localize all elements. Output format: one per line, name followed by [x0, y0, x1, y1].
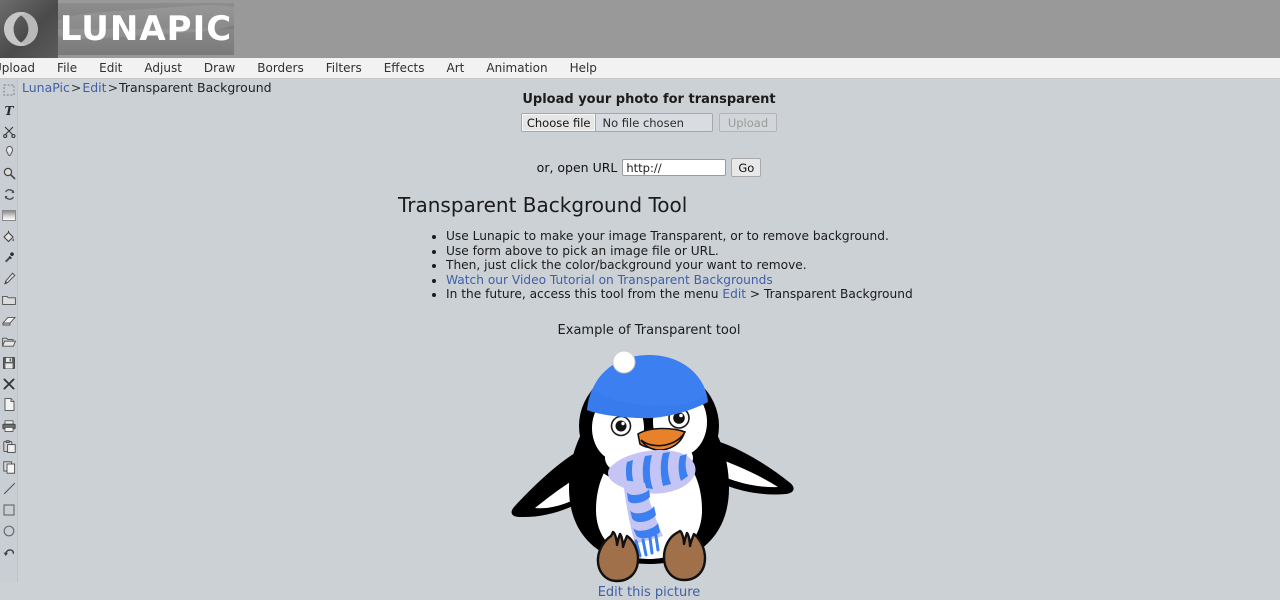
instruction-text: In the future, access this tool from the… — [446, 287, 723, 302]
instruction-text-after: > Transparent Background — [746, 287, 913, 302]
copy-icon[interactable] — [0, 457, 18, 478]
menu-item-filters[interactable]: Filters — [315, 58, 373, 78]
paste-icon[interactable] — [0, 436, 18, 457]
site-header: LUNAPIC — [0, 0, 1280, 58]
instruction-text: Use form above to pick an image file or … — [446, 243, 719, 258]
list-item: Watch our Video Tutorial on Transparent … — [446, 273, 1280, 287]
ellipse-icon[interactable] — [0, 520, 18, 541]
go-button[interactable]: Go — [731, 158, 762, 177]
close-x-icon[interactable] — [0, 373, 18, 394]
undo-arrow-icon[interactable] — [0, 541, 18, 562]
svg-text:T: T — [5, 104, 15, 117]
pencil-icon[interactable] — [0, 268, 18, 289]
edit-picture-link-wrap: Edit this picture — [18, 585, 1280, 600]
url-label: or, open URL — [536, 160, 618, 175]
logo-wordmark: LUNAPIC — [59, 9, 233, 49]
choose-file-button[interactable]: Choose file — [521, 114, 597, 131]
line-icon[interactable] — [0, 478, 18, 499]
upload-button[interactable]: Upload — [718, 113, 778, 132]
menu-item-adjust[interactable]: Adjust — [133, 58, 193, 78]
main-content: Upload your photo for transparent Choose… — [18, 79, 1280, 600]
video-tutorial-link[interactable]: Watch our Video Tutorial on Transparent … — [446, 273, 773, 287]
page-title: Transparent Background Tool — [398, 193, 688, 217]
menu-item-borders[interactable]: Borders — [246, 58, 314, 78]
menu-item-animation[interactable]: Animation — [475, 58, 558, 78]
menu-item-edit[interactable]: Edit — [88, 58, 133, 78]
eraser-icon[interactable] — [0, 310, 18, 331]
list-item: Use form above to pick an image file or … — [446, 243, 1280, 258]
open-folder-icon[interactable] — [0, 331, 18, 352]
edit-menu-link[interactable]: Edit — [722, 287, 746, 301]
example-caption: Example of Transparent tool — [557, 323, 741, 339]
file-input[interactable]: Choose file No file chosen — [520, 113, 713, 132]
tool-sidebar: T — [0, 79, 18, 582]
upload-controls-row: Choose file No file chosen Upload — [18, 113, 1280, 132]
new-document-icon[interactable] — [0, 394, 18, 415]
marquee-select-icon[interactable] — [0, 79, 18, 100]
tool-instructions-list: Use Lunapic to make your image Transpare… — [428, 230, 1280, 301]
page-body: T LunaPic>Edit>Transparent Background Up… — [0, 79, 1280, 600]
instruction-text: Use Lunapic to make your image Transpare… — [446, 229, 889, 244]
eyedropper-icon[interactable] — [0, 247, 18, 268]
folder-icon[interactable] — [0, 289, 18, 310]
main-menubar: Upload File Edit Adjust Draw Borders Fil… — [0, 58, 1280, 79]
rectangle-icon[interactable] — [0, 499, 18, 520]
file-status-label: No file chosen — [602, 115, 684, 130]
edit-this-picture-link[interactable]: Edit this picture — [598, 585, 701, 600]
magnifier-icon[interactable] — [0, 163, 18, 184]
printer-icon[interactable] — [0, 415, 18, 436]
gradient-bar-icon[interactable] — [0, 205, 18, 226]
list-item: In the future, access this tool from the… — [446, 287, 1280, 302]
crescent-moon-icon — [4, 12, 38, 46]
example-image-wrap — [18, 340, 1280, 587]
penguin-illustration[interactable] — [499, 340, 799, 587]
url-controls-row: or, open URL Go — [18, 158, 1280, 177]
eraser-small-icon[interactable] — [0, 142, 18, 163]
instruction-text: Then, just click the color/background yo… — [446, 258, 807, 273]
save-floppy-icon[interactable] — [0, 352, 18, 373]
menu-item-help[interactable]: Help — [559, 58, 608, 78]
menu-item-file[interactable]: File — [46, 58, 88, 78]
menu-item-draw[interactable]: Draw — [193, 58, 246, 78]
logo-block[interactable] — [0, 0, 58, 58]
url-input[interactable] — [622, 159, 727, 176]
logo-plate[interactable]: LUNAPIC — [58, 3, 234, 55]
paint-bucket-icon[interactable] — [0, 226, 18, 247]
rotate-refresh-icon[interactable] — [0, 184, 18, 205]
scissors-icon[interactable] — [0, 121, 18, 142]
upload-section-title: Upload your photo for transparent — [522, 92, 776, 107]
list-item: Then, just click the color/background yo… — [446, 259, 1280, 272]
menu-item-upload[interactable]: Upload — [0, 58, 46, 78]
menu-item-effects[interactable]: Effects — [373, 58, 436, 78]
text-icon[interactable]: T — [0, 100, 18, 121]
list-item: Use Lunapic to make your image Transpare… — [446, 230, 1280, 243]
menu-item-art[interactable]: Art — [436, 58, 476, 78]
